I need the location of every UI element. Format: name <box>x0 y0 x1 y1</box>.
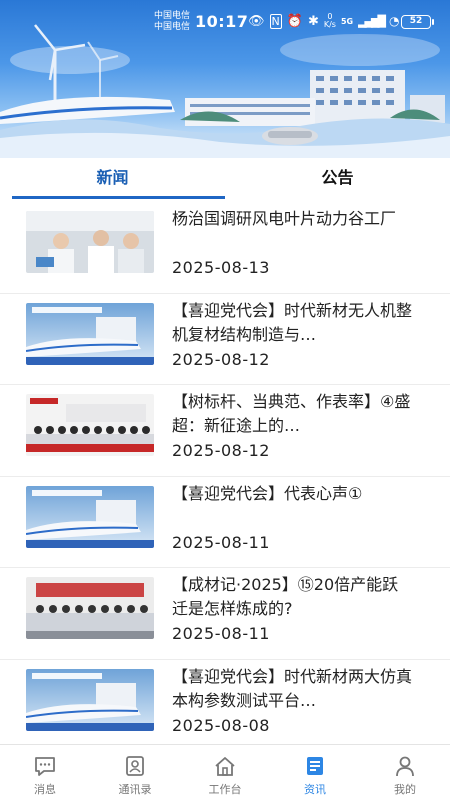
news-thumbnail <box>26 577 154 639</box>
list-item[interactable]: 【喜迎党代会】时代新材无人机整机复材结构制造与… 2025-08-12 <box>0 294 450 385</box>
network-type: 5G <box>340 16 354 26</box>
signal-icon: ▂▄▆█ <box>358 14 386 28</box>
news-thumbnail <box>26 302 154 365</box>
wifi-icon: ◔ <box>388 14 400 28</box>
battery-indicator: 52 <box>401 15 434 29</box>
carrier-labels: 中国电信 中国电信 <box>154 11 190 33</box>
profile-icon <box>396 756 414 777</box>
nav-label: 通讯录 <box>118 783 152 796</box>
news-title: 【树标杆、当典范、作表率】④盛超：新征途上的… <box>172 392 411 435</box>
nav-messages[interactable]: 消息 <box>0 745 90 800</box>
nfc-icon: N <box>269 13 282 29</box>
nav-workbench[interactable]: 工作台 <box>180 745 270 800</box>
news-thumbnail <box>26 485 154 548</box>
news-date: 2025-08-12 <box>172 349 270 369</box>
carrier-1: 中国电信 <box>154 11 191 21</box>
carrier-2: 中国电信 <box>154 22 191 32</box>
nav-label: 工作台 <box>208 783 242 796</box>
bottom-nav: 消息 通讯录 工作台 资讯 我的 <box>0 744 450 800</box>
nav-label: 资讯 <box>304 783 326 796</box>
net-speed-unit: K/s <box>323 20 336 29</box>
news-date: 2025-08-11 <box>172 624 270 643</box>
news-title: 【成材记·2025】⑮20倍产能跃迁是怎样炼成的? <box>172 575 399 618</box>
contacts-icon <box>126 756 144 776</box>
news-title: 杨治国调研风电叶片动力谷工厂 <box>172 209 397 228</box>
nav-label: 消息 <box>34 783 56 796</box>
status-bar: 中国电信 中国电信 10:17 👁 N ⏰ ✱ 0 K/s 5G ▂▄▆█ ◔ … <box>0 8 450 36</box>
eye-icon: 👁 <box>248 13 265 29</box>
message-icon <box>35 757 55 776</box>
list-item[interactable]: 杨治国调研风电叶片动力谷工厂 2025-08-13 <box>0 202 450 294</box>
news-title: 【喜迎党代会】时代新材无人机整机复材结构制造与… <box>172 300 413 344</box>
bluetooth-icon: ✱ <box>307 13 319 29</box>
tab-bar: 新闻 公告 <box>0 158 450 202</box>
header-banner: 中国电信 中国电信 10:17 👁 N ⏰ ✱ 0 K/s 5G ▂▄▆█ ◔ … <box>0 0 450 158</box>
news-thumbnail <box>26 668 154 731</box>
nav-label: 我的 <box>394 783 416 796</box>
tab-announcements[interactable]: 公告 <box>225 158 450 202</box>
news-date: 2025-08-12 <box>172 441 270 460</box>
workbench-icon <box>215 757 235 776</box>
list-item[interactable]: 【喜迎党代会】代表心声① 2025-08-11 <box>0 477 450 568</box>
news-title: 【喜迎党代会】代表心声① <box>172 483 363 503</box>
news-date: 2025-08-11 <box>172 532 270 552</box>
net-speed: 0 K/s <box>324 13 336 29</box>
clock: 10:17 <box>195 12 249 31</box>
list-item[interactable]: 【喜迎党代会】时代新材两大仿真本构参数测试平台… 2025-08-08 <box>0 660 450 745</box>
list-item[interactable]: 【成材记·2025】⑮20倍产能跃迁是怎样炼成的? 2025-08-11 <box>0 568 450 660</box>
nav-news[interactable]: 资讯 <box>270 745 360 800</box>
list-item[interactable]: 【树标杆、当典范、作表率】④盛超：新征途上的… 2025-08-12 <box>0 385 450 477</box>
news-date: 2025-08-13 <box>172 258 270 277</box>
news-list: 杨治国调研风电叶片动力谷工厂 2025-08-13 【喜迎党代会】时代新材无人机… <box>0 202 450 744</box>
status-icons: 👁 N ⏰ ✱ 0 K/s 5G ▂▄▆█ ◔ <box>248 13 399 29</box>
nav-profile[interactable]: 我的 <box>360 745 450 800</box>
news-thumbnail <box>26 394 154 456</box>
news-title: 【喜迎党代会】时代新材两大仿真本构参数测试平台… <box>172 666 413 710</box>
nav-contacts[interactable]: 通讯录 <box>90 745 180 800</box>
alarm-icon: ⏰ <box>286 13 303 29</box>
news-icon <box>307 757 323 775</box>
news-date: 2025-08-08 <box>172 715 270 735</box>
tab-news[interactable]: 新闻 <box>0 158 225 202</box>
news-thumbnail <box>26 211 154 273</box>
